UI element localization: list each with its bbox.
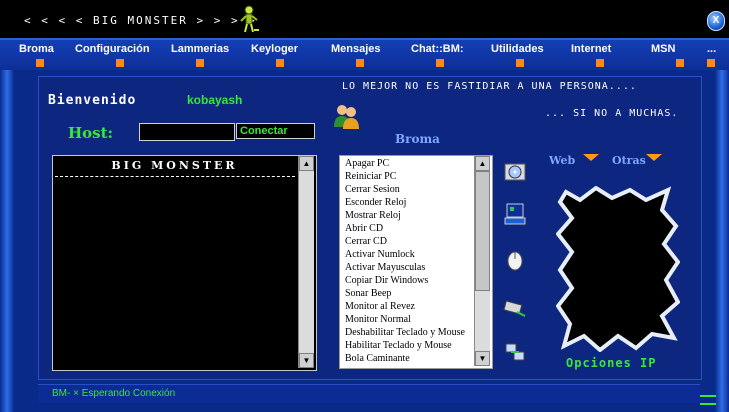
network-icon[interactable] — [503, 340, 527, 364]
menu-item-keyloger[interactable]: Keyloger — [251, 43, 298, 55]
menu-indicator — [436, 59, 444, 67]
title-bar[interactable]: < < < < BIG MONSTER > > > > X — [0, 0, 729, 40]
menu-indicator — [276, 59, 284, 67]
list-item[interactable]: Monitor Normal — [345, 314, 411, 325]
web-dropdown-icon[interactable] — [583, 154, 599, 161]
ip-options-panel[interactable] — [556, 186, 680, 352]
list-item[interactable]: Activar Mayusculas — [345, 262, 425, 273]
menu-item-mensajes[interactable]: Mensajes — [331, 43, 381, 55]
menu-indicator — [36, 59, 44, 67]
command-scrollbar[interactable]: ▲ ▼ — [474, 156, 490, 366]
scroll-thumb[interactable] — [475, 171, 490, 291]
log-divider — [55, 176, 295, 177]
list-item[interactable]: Monitor al Revez — [345, 301, 415, 312]
close-button[interactable]: X — [707, 11, 725, 31]
connect-button[interactable]: Conectar — [236, 123, 315, 139]
menu-item-utilidades[interactable]: Utilidades — [491, 43, 544, 55]
scroll-up-icon[interactable]: ▲ — [475, 156, 490, 171]
scroll-down-icon[interactable]: ▼ — [475, 351, 490, 366]
welcome-label: Bienvenido — [48, 93, 137, 108]
otras-label: Otras — [612, 154, 646, 167]
menu-item-lammerias[interactable]: Lammerias — [171, 43, 229, 55]
otras-dropdown-icon[interactable] — [646, 154, 662, 161]
right-frame — [715, 40, 729, 412]
broma-command-list[interactable]: Apagar PC Reiniciar PC Cerrar Sesion Esc… — [339, 155, 493, 369]
list-item[interactable]: Abrir CD — [345, 223, 383, 234]
list-item[interactable]: Apagar PC — [345, 158, 389, 169]
list-item[interactable]: Sonar Beep — [345, 288, 391, 299]
menu-indicator — [516, 59, 524, 67]
status-text: BM- × Esperando Conexión — [52, 388, 176, 399]
keyboard-icon[interactable] — [503, 294, 527, 318]
menu-indicator — [676, 59, 684, 67]
menu-item-internet[interactable]: Internet — [571, 43, 611, 55]
web-label: Web — [549, 154, 576, 167]
list-item[interactable]: Cerrar CD — [345, 236, 387, 247]
list-item[interactable]: Deshabilitar Teclado y Mouse — [345, 327, 465, 338]
users-icon — [334, 105, 359, 129]
cd-drive-icon[interactable] — [503, 160, 527, 184]
list-item[interactable]: Habilitar Teclado y Mouse — [345, 340, 452, 351]
menu-item-chat[interactable]: Chat::BM: — [411, 43, 464, 55]
menu-overflow[interactable]: ... — [707, 43, 716, 55]
menu-indicator — [196, 59, 204, 67]
list-item[interactable]: Bola Caminante — [345, 353, 410, 364]
username-label: kobayash — [187, 93, 243, 107]
monster-mascot-icon — [240, 5, 259, 33]
menu-item-broma[interactable]: Broma — [19, 43, 54, 55]
broma-section-title: Broma — [395, 132, 440, 146]
list-item[interactable]: Cerrar Sesion — [345, 184, 400, 195]
resize-grip-icon[interactable] — [700, 395, 716, 405]
menu-indicator — [116, 59, 124, 67]
list-item[interactable]: Activar Numlock — [345, 249, 415, 260]
log-console[interactable] — [52, 155, 317, 371]
scroll-down-icon[interactable]: ▼ — [299, 353, 314, 368]
list-item[interactable]: Copiar Dir Windows — [345, 275, 428, 286]
mouse-icon[interactable] — [503, 248, 527, 272]
list-item[interactable]: Esconder Reloj — [345, 197, 406, 208]
window-title: < < < < BIG MONSTER > > > > — [24, 14, 257, 27]
left-frame — [0, 40, 14, 412]
menu-indicator — [356, 59, 364, 67]
menu-item-configuracion[interactable]: Configuración — [75, 43, 150, 55]
host-input[interactable] — [139, 123, 235, 141]
list-item[interactable]: Mostrar Reloj — [345, 210, 401, 221]
host-label: Host: — [68, 124, 114, 142]
log-scrollbar[interactable]: ▲ ▼ — [298, 156, 314, 368]
list-item[interactable]: Reiniciar PC — [345, 171, 396, 182]
menu-indicator — [596, 59, 604, 67]
ip-options-label: Opciones IP — [566, 356, 657, 370]
tagline-line2: ... SI NO A MUCHAS. — [545, 108, 679, 119]
tagline-line1: LO MEJOR NO ES FASTIDIAR A UNA PERSONA..… — [342, 81, 637, 92]
app-window: < < < < BIG MONSTER > > > > X Broma Conf… — [0, 0, 729, 412]
menu-indicator — [707, 59, 715, 67]
scroll-up-icon[interactable]: ▲ — [299, 156, 314, 171]
windows-desktop-icon[interactable] — [503, 202, 527, 226]
log-title: BIG MONSTER — [111, 159, 238, 172]
menu-item-msn[interactable]: MSN — [651, 43, 675, 55]
